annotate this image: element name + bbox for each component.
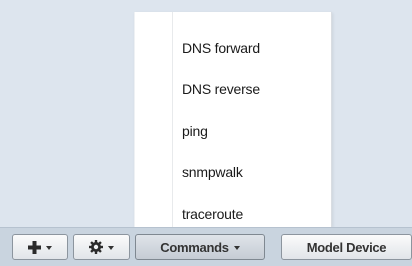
chevron-down-icon [46, 245, 52, 250]
menu-item-traceroute[interactable]: traceroute [182, 205, 243, 223]
menu-item-ping[interactable]: ping [182, 122, 208, 140]
bottom-toolbar: Commands Model Device [0, 227, 412, 266]
model-device-button-label: Model Device [306, 239, 387, 255]
commands-button-label: Commands [160, 239, 229, 255]
chevron-down-icon [108, 245, 114, 250]
gear-icon [89, 240, 103, 254]
commands-dropdown-menu: DNS forward DNS reverse ping snmpwalk tr… [134, 12, 332, 227]
add-button[interactable] [12, 234, 68, 260]
menu-item-dns-reverse[interactable]: DNS reverse [182, 80, 260, 98]
menu-item-snmpwalk[interactable]: snmpwalk [182, 163, 243, 181]
chevron-down-icon [233, 245, 240, 250]
settings-button[interactable] [73, 234, 130, 260]
menu-item-dns-forward[interactable]: DNS forward [182, 39, 260, 57]
plus-icon [28, 240, 41, 254]
menu-gutter [172, 12, 173, 227]
commands-button[interactable]: Commands [135, 234, 265, 260]
model-device-button[interactable]: Model Device [281, 234, 412, 260]
